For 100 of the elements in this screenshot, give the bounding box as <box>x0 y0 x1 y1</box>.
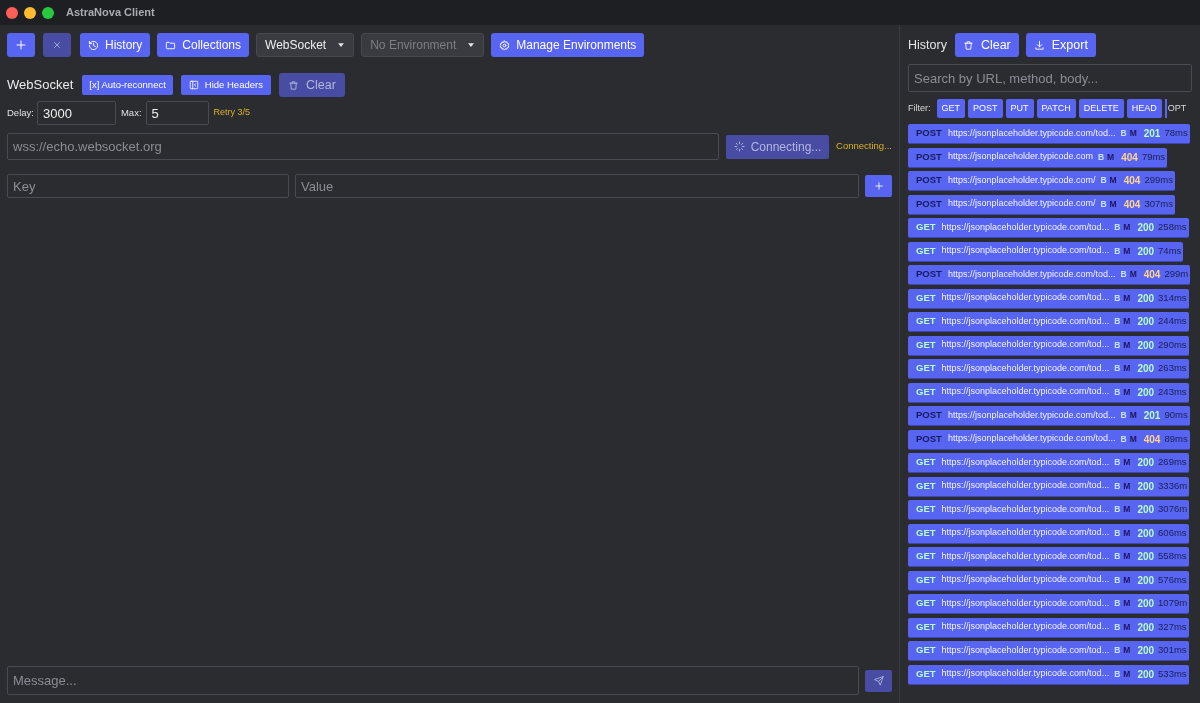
flag-label: M <box>1123 362 1131 375</box>
history-item[interactable]: GET https://jsonplaceholder.typicode.com/tod... B M 200 576ms <box>908 570 1189 591</box>
method-label: POST <box>916 126 942 141</box>
close-window-button[interactable] <box>6 6 18 19</box>
dropdown[interactable]: WebSocket <box>256 33 355 57</box>
method-label: GET <box>916 243 936 258</box>
hide-headers-button[interactable]: Hide Headers <box>180 75 271 95</box>
url-text: https://jsonplaceholder.typicode.com/tod... <box>941 244 1110 258</box>
search-field[interactable]: Search by URL, method, body... <box>908 64 1192 92</box>
duration-text: 244ms <box>1158 314 1187 329</box>
history-item[interactable]: GET https://jsonplaceholder.typicode.com/tod... B M 200 533ms <box>908 664 1189 685</box>
history-item[interactable]: GET https://jsonplaceholder.typicode.com/tod... B M 200 244ms <box>908 312 1189 332</box>
filter-button[interactable]: POST <box>968 99 1003 118</box>
duration-text: 78ms <box>1164 126 1188 141</box>
method-label: GET <box>916 384 936 399</box>
method-label: GET <box>916 549 936 564</box>
flag-label: B <box>1120 409 1127 422</box>
history-item[interactable]: GET https://jsonplaceholder.typicode.com/tod... B M 200 258ms <box>908 218 1189 238</box>
history-icon <box>88 39 99 51</box>
flag-label: B <box>1114 597 1121 610</box>
history-item[interactable]: GET https://jsonplaceholder.typicode.com/tod... B M 200 263ms <box>908 359 1189 379</box>
history-button[interactable]: History <box>80 33 151 57</box>
history-item[interactable]: GET https://jsonplaceholder.typicode.com/tod... B M 200 290ms <box>908 335 1189 356</box>
method-label: POST <box>916 267 942 282</box>
history-item[interactable]: GET https://jsonplaceholder.typicode.com/tod... B M 200 606ms <box>908 523 1189 544</box>
history-item[interactable]: GET https://jsonplaceholder.typicode.com/tod... B M 200 314ms <box>908 288 1189 309</box>
history-item[interactable]: POST https://jsonplaceholder.typicode.com/tod... B M 404 89ms <box>908 429 1190 450</box>
new-tab-button[interactable] <box>7 33 35 57</box>
method-label: GET <box>916 361 936 376</box>
history-item[interactable]: GET https://jsonplaceholder.typicode.com/tod... B M 200 1079m <box>908 594 1190 614</box>
window-title: AstraNova Client <box>66 5 155 21</box>
url-text: https://jsonplaceholder.typicode.com/tod... <box>941 620 1110 634</box>
flag-label: B <box>1114 244 1121 258</box>
history-item[interactable]: GET https://jsonplaceholder.typicode.com/tod... B M 200 269ms <box>908 453 1189 473</box>
message-field[interactable]: Message... <box>7 666 859 695</box>
plus-icon <box>15 39 27 51</box>
flag-label: B <box>1114 573 1121 587</box>
filter-button[interactable]: DELETE <box>1078 99 1124 118</box>
history-item[interactable]: POST https://jsonplaceholder.typicode.com/ B M 404 299ms <box>908 171 1175 191</box>
header-value-field[interactable]: Value <box>295 174 859 198</box>
url-text: https://jsonplaceholder.typicode.com/tod... <box>941 385 1110 399</box>
delay-field[interactable]: 3000 <box>36 101 116 125</box>
filter-button[interactable]: PUT <box>1005 99 1034 118</box>
flag-label: M <box>1123 315 1131 328</box>
duration-text: 606ms <box>1158 525 1187 540</box>
duration-text: 299m <box>1164 267 1189 282</box>
plus-icon <box>873 181 884 191</box>
history-item[interactable]: POST https://jsonplaceholder.typicode.com/tod... B M 201 78ms <box>908 124 1190 144</box>
export-button[interactable]: Export <box>1025 33 1096 57</box>
header-key-field[interactable]: Key <box>7 174 289 198</box>
history-item[interactable]: GET https://jsonplaceholder.typicode.com/tod... B M 200 3076m <box>908 500 1190 520</box>
history-item[interactable]: GET https://jsonplaceholder.typicode.com/tod... B M 200 327ms <box>908 617 1189 638</box>
status-code: 404 <box>1121 150 1138 165</box>
download-icon <box>1033 39 1045 51</box>
url-text: https://jsonplaceholder.typicode.com/tod... <box>941 338 1110 352</box>
status-code: 200 <box>1137 479 1155 494</box>
duration-text: 1079m <box>1158 596 1188 611</box>
duration-text: 299ms <box>1144 173 1173 188</box>
auto-reconnect-button[interactable]: [x] Auto-reconnect <box>82 75 173 95</box>
clear-history-button[interactable]: Clear <box>954 33 1019 57</box>
gear-icon <box>499 39 511 51</box>
duration-text: 576ms <box>1158 572 1187 587</box>
status-code: 200 <box>1137 244 1155 259</box>
flag-label: B <box>1114 385 1121 399</box>
history-item[interactable]: GET https://jsonplaceholder.typicode.com/tod... B M 200 243ms <box>908 382 1189 403</box>
history-item[interactable]: GET https://jsonplaceholder.typicode.com/tod... B M 200 3336m <box>908 476 1190 497</box>
collections-button[interactable]: Collections <box>157 33 250 57</box>
manage-environments-button[interactable]: Manage Environments <box>491 33 645 57</box>
url-text: https://jsonplaceholder.typicode.com/tod... <box>941 667 1110 681</box>
close-icon <box>52 40 62 50</box>
status-code: 200 <box>1137 315 1155 329</box>
url-text: https://jsonplaceholder.typicode.com/tod... <box>941 643 1110 657</box>
url-field[interactable]: wss://echo.websocket.org <box>7 133 719 160</box>
url-text: https://jsonplaceholder.typicode.com/tod... <box>941 455 1110 469</box>
history-item[interactable]: GET https://jsonplaceholder.typicode.com/tod... B M 200 558ms <box>908 547 1189 567</box>
minimize-window-button[interactable] <box>24 6 36 19</box>
flag-label: B <box>1097 150 1105 164</box>
method-label: GET <box>916 455 936 470</box>
spinner-icon <box>733 141 745 152</box>
zoom-window-button[interactable] <box>42 6 54 19</box>
filter-button[interactable]: HEAD <box>1126 99 1162 118</box>
method-label: GET <box>916 596 936 611</box>
history-item[interactable]: POST https://jsonplaceholder.typicode.com/tod... B M 404 299m <box>908 265 1191 285</box>
flag-label: B <box>1114 291 1121 305</box>
field-label: Max: <box>120 105 142 120</box>
method-label: GET <box>916 643 936 658</box>
flag-label: B <box>1114 456 1121 469</box>
flag-label: M <box>1123 338 1131 352</box>
history-item[interactable]: GET https://jsonplaceholder.typicode.com/tod... B M 200 301ms <box>908 641 1189 661</box>
max-retries-field[interactable]: 5 <box>145 101 209 125</box>
flag-label: M <box>1123 620 1131 634</box>
connection-status: Connecting... <box>836 139 892 154</box>
history-item[interactable]: POST https://jsonplaceholder.typicode.com/ B M 404 307ms <box>908 194 1175 215</box>
filter-button[interactable]: GET <box>936 99 965 118</box>
filter-button[interactable]: OPT <box>1164 99 1187 118</box>
history-item[interactable]: POST https://jsonplaceholder.typicode.com/tod... B M 201 90ms <box>908 406 1190 426</box>
status-code: 404 <box>1143 432 1161 447</box>
filter-button[interactable]: PATCH <box>1036 99 1076 118</box>
history-item[interactable]: POST https://jsonplaceholder.typicode.com B M 404 79ms <box>908 147 1168 168</box>
history-item[interactable]: GET https://jsonplaceholder.typicode.com/tod... B M 200 74ms <box>908 241 1184 262</box>
